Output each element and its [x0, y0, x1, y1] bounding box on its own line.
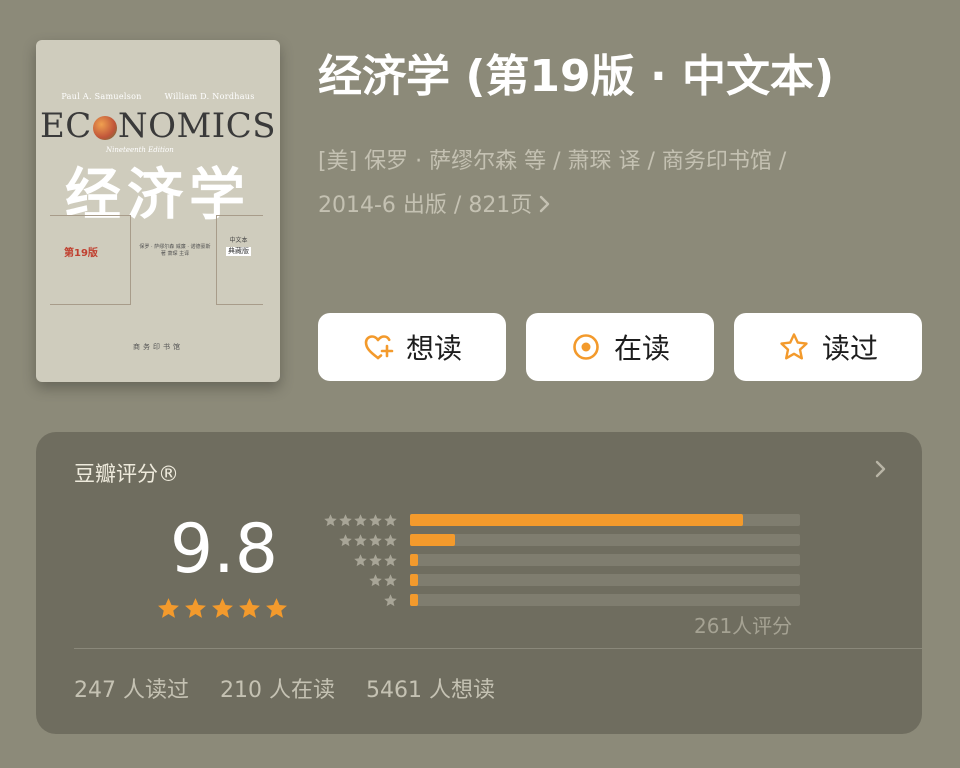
distribution-bar-fill — [410, 574, 418, 586]
distribution-row — [312, 572, 802, 588]
globe-icon — [92, 116, 117, 140]
distribution-bar-fill — [410, 594, 418, 606]
book-meta-line-1: [美] 保罗 · 萨缪尔森 等 / 萧琛 译 / 商务印书馆 / — [318, 149, 787, 174]
stat-want[interactable]: 5461 人想读 — [366, 678, 495, 703]
star-grey-icon — [384, 514, 397, 527]
want-to-read-label: 想读 — [405, 332, 462, 365]
book-meta-line-2: 2014-6 出版 / 821页 — [318, 193, 533, 218]
rating-card[interactable]: 豆瓣评分® 9.8 261人评分 247 人读过 210 人在读 5461 人想… — [36, 432, 922, 734]
reading-label: 在读 — [613, 332, 670, 365]
rating-title: 豆瓣评分® — [74, 462, 179, 486]
distribution-bar-track — [410, 574, 800, 586]
star-grey-icon — [354, 554, 367, 567]
star-grey-icon — [369, 554, 382, 567]
cover-author-1: Paul A. Samuelson — [61, 92, 142, 101]
target-circle-icon — [573, 334, 599, 360]
distribution-bar-fill — [410, 534, 455, 546]
star-filled-icon — [185, 598, 206, 618]
star-grey-icon — [384, 594, 397, 607]
cover-side-text: 中文本 典藏版 — [226, 236, 251, 256]
distribution-row — [312, 512, 802, 528]
cover-econ-suffix: NOMICS — [117, 106, 277, 146]
star-grey-icon — [369, 514, 382, 527]
book-cover[interactable]: Paul A. Samuelson William D. Nordhaus EC… — [36, 40, 280, 382]
reader-stats: 247 人读过 210 人在读 5461 人想读 — [74, 672, 519, 704]
star-grey-icon — [384, 574, 397, 587]
distribution-row — [312, 552, 802, 568]
star-grey-icon — [339, 534, 352, 547]
rating-stars — [156, 596, 289, 621]
distribution-bar-track — [410, 514, 800, 526]
book-meta[interactable]: [美] 保罗 · 萨缪尔森 等 / 萧琛 译 / 商务印书馆 / 2014-6 … — [318, 140, 918, 228]
distribution-stars — [368, 573, 398, 588]
distribution-bar-fill — [410, 514, 744, 526]
have-read-label: 读过 — [821, 332, 878, 365]
distribution-bar-track — [410, 534, 800, 546]
cover-frame-right — [216, 215, 263, 305]
distribution-bar-track — [410, 594, 800, 606]
distribution-stars — [323, 513, 398, 528]
star-grey-icon — [384, 554, 397, 567]
star-grey-icon — [369, 534, 382, 547]
cover-mid-text: 保罗 · 萨缪尔森 威廉 · 诺德豪斯 著 萧琛 主译 — [139, 244, 211, 257]
book-meta-line-2-wrap: 2014-6 出版 / 821页 — [318, 184, 918, 228]
star-grey-icon — [339, 514, 352, 527]
have-read-button[interactable]: 读过 — [734, 313, 922, 381]
star-grey-icon — [324, 514, 337, 527]
chevron-right-icon[interactable] — [874, 458, 888, 480]
book-title: 经济学 (第19版 · 中文本) — [318, 51, 835, 102]
star-filled-icon — [212, 598, 233, 618]
cover-side-line: 中文本 — [229, 237, 248, 244]
star-grey-icon — [369, 574, 382, 587]
star-grey-icon — [384, 534, 397, 547]
distribution-stars — [338, 533, 398, 548]
star-outline-icon — [780, 333, 808, 360]
star-filled-icon — [266, 598, 287, 618]
star-grey-icon — [354, 534, 367, 547]
cover-economics-title: EC NOMICS — [36, 106, 280, 146]
cover-edition-number: 第19版 — [64, 248, 98, 259]
distribution-bar-fill — [410, 554, 418, 566]
cover-frame-left — [50, 215, 131, 305]
star-filled-icon — [239, 598, 260, 618]
star-filled-icon — [158, 598, 179, 618]
want-to-read-button[interactable]: 想读 — [318, 313, 506, 381]
stat-reading[interactable]: 210 人在读 — [220, 678, 335, 703]
cover-econ-prefix: EC — [39, 106, 92, 146]
cover-author-2: William D. Nordhaus — [164, 92, 255, 101]
stat-read[interactable]: 247 人读过 — [74, 678, 189, 703]
distribution-row — [312, 592, 802, 608]
cover-side-tag: 典藏版 — [226, 247, 251, 256]
distribution-row — [312, 532, 802, 548]
distribution-stars — [383, 593, 398, 608]
heart-plus-icon — [364, 335, 394, 360]
rating-score: 9.8 — [169, 510, 279, 589]
distribution-stars — [353, 553, 398, 568]
star-grey-icon — [354, 514, 367, 527]
divider — [74, 648, 922, 649]
chevron-right-icon — [540, 195, 550, 213]
reading-button[interactable]: 在读 — [526, 313, 714, 381]
cover-publisher: 商务印书馆 — [133, 343, 183, 351]
cover-authors: Paul A. Samuelson William D. Nordhaus — [36, 92, 280, 101]
rating-count[interactable]: 261人评分 — [694, 610, 792, 639]
distribution-bar-track — [410, 554, 800, 566]
